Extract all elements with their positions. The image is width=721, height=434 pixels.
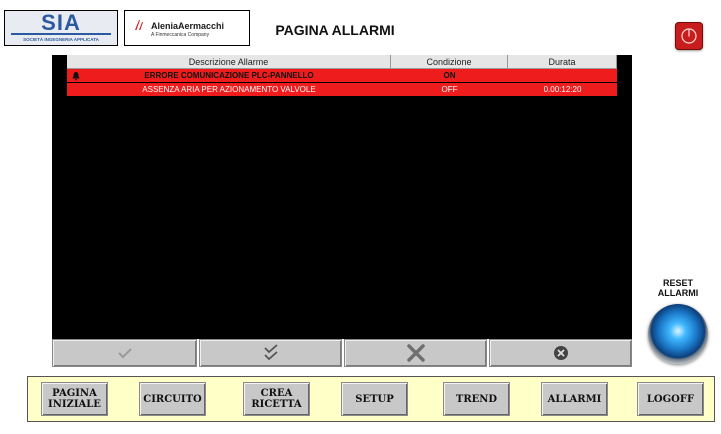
bottom-navigation: PAGINA INIZIALE CIRCUITO CREA RICETTA SE…	[27, 376, 715, 422]
alarm-row[interactable]: ASSENZA ARIA PER AZIONAMENTO VALVOLE OFF…	[67, 83, 617, 97]
nav-trend-button[interactable]: TREND	[443, 382, 510, 416]
power-button[interactable]	[675, 22, 703, 50]
power-icon	[681, 28, 697, 44]
column-header-description[interactable]: Descrizione Allarme	[67, 55, 391, 69]
alenia-aermacchi-logo: AleniaAermacchi A Finmeccanica Company	[124, 10, 250, 46]
column-header-condition[interactable]: Condizione	[391, 55, 508, 69]
nav-setup-button[interactable]: SETUP	[341, 382, 408, 416]
acknowledge-button[interactable]	[52, 339, 197, 367]
sia-logo-bar	[11, 33, 111, 35]
nav-create-recipe-button[interactable]: CREA RICETTA	[243, 382, 310, 416]
alarm-description: ERRORE COMUNICAZIONE PLC-PANNELLO	[144, 71, 314, 80]
close-circle-icon	[553, 346, 568, 360]
delete-button[interactable]	[344, 339, 487, 367]
sia-logo: SIA SOCIETÀ INGEGNERIA APPLICATA	[4, 10, 118, 46]
clear-all-button[interactable]	[489, 339, 632, 367]
reset-alarms-label: RESET ALLARMI	[657, 278, 699, 298]
page-title: PAGINA ALLARMI	[275, 22, 395, 38]
acknowledge-all-button[interactable]	[199, 339, 342, 367]
alarm-condition: OFF	[441, 85, 458, 94]
alenia-logo-subtitle: A Finmeccanica Company	[151, 32, 210, 38]
x-icon	[406, 344, 425, 362]
alenia-logo-name: AleniaAermacchi	[151, 21, 225, 31]
sia-logo-subtitle: SOCIETÀ INGEGNERIA APPLICATA	[23, 37, 99, 42]
alarm-duration	[508, 69, 617, 82]
alarm-panel: Descrizione Allarme Condizione Durata ER…	[52, 55, 632, 339]
nav-logoff-button[interactable]: LOGOFF	[637, 382, 704, 416]
nav-alarms-button[interactable]: ALLARMI	[541, 382, 608, 416]
alarm-description: ASSENZA ARIA PER AZIONAMENTO VALVOLE	[142, 85, 316, 94]
nav-circuit-button[interactable]: CIRCUITO	[139, 382, 206, 416]
double-check-icon	[263, 344, 278, 361]
alarm-condition: ON	[443, 71, 456, 80]
sia-logo-text: SIA	[41, 10, 81, 35]
alenia-swoosh-icon	[135, 20, 143, 30]
check-icon	[117, 348, 132, 359]
alarm-row[interactable]: ERRORE COMUNICAZIONE PLC-PANNELLO ON	[67, 69, 617, 83]
alarm-duration: 0.00:12:20	[543, 85, 582, 94]
column-header-duration[interactable]: Durata	[508, 55, 617, 69]
reset-alarms-button[interactable]	[648, 304, 708, 364]
nav-home-button[interactable]: PAGINA INIZIALE	[41, 382, 108, 416]
